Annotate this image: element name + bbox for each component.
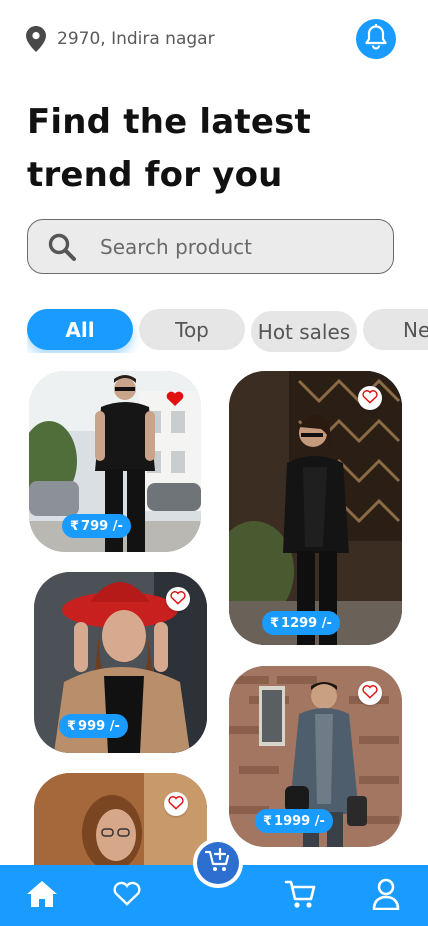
price-value: 1299 /- [281,615,332,631]
search-icon [46,231,78,263]
delivery-address: 2970, Indira nagar [57,29,215,49]
app-screen: 2970, Indira nagar Find the latest trend… [0,0,428,926]
cart-icon [284,879,316,913]
nav-profile[interactable] [367,877,405,915]
favorite-button[interactable] [164,792,188,816]
price-value: 799 /- [81,518,123,534]
category-chip-new[interactable]: Ne [363,309,428,350]
add-to-cart-button-inner [197,842,239,884]
currency-symbol: ₹ [70,518,80,534]
heart-filled-icon [166,391,184,411]
price-tag: ₹ 1999 /- [255,809,333,833]
add-to-cart-icon [204,847,231,878]
category-chip-all[interactable]: All [27,309,133,350]
heart-icon [113,881,141,911]
price-value: 1999 /- [274,813,325,829]
favorite-button[interactable] [358,681,382,705]
page-title: Find the latest trend for you [27,96,387,202]
search-bar[interactable] [27,219,394,274]
category-chip-hot-sales[interactable]: Hot sales [251,311,357,352]
price-tag: ₹ 1299 /- [262,611,340,635]
favorite-button[interactable] [166,587,190,611]
category-chip-top[interactable]: Top [139,309,245,350]
product-card[interactable]: ₹ 799 /- [29,371,201,552]
bell-icon [364,24,388,54]
page-title-line-1: Find the latest [27,102,312,142]
heart-icon [362,389,378,408]
user-icon [372,878,400,914]
product-card[interactable]: ₹ 1999 /- [229,666,402,847]
location-selector[interactable]: 2970, Indira nagar [25,26,215,52]
location-pin-icon [25,26,47,52]
favorite-button[interactable] [358,386,382,410]
heart-icon [170,590,186,609]
favorite-button[interactable] [163,389,187,413]
heart-icon [362,684,378,703]
category-tabs: All Top Hot sales Ne [27,309,428,353]
page-title-line-2: trend for you [27,155,283,195]
heart-icon [168,795,184,814]
price-tag: ₹ 799 /- [62,514,131,538]
notification-button[interactable] [356,19,396,59]
currency-symbol: ₹ [263,813,273,829]
product-photo [229,371,402,645]
price-value: 999 /- [78,718,120,734]
currency-symbol: ₹ [270,615,280,631]
search-input[interactable] [98,233,362,260]
currency-symbol: ₹ [67,718,77,734]
nav-favorites[interactable] [108,877,146,915]
product-card[interactable]: ₹ 1299 /- [229,371,402,645]
nav-cart[interactable] [281,877,319,915]
home-icon [26,879,58,913]
nav-home[interactable] [23,877,61,915]
add-to-cart-button[interactable] [193,838,243,888]
price-tag: ₹ 999 /- [59,714,128,738]
product-card[interactable]: ₹ 999 /- [34,572,207,753]
